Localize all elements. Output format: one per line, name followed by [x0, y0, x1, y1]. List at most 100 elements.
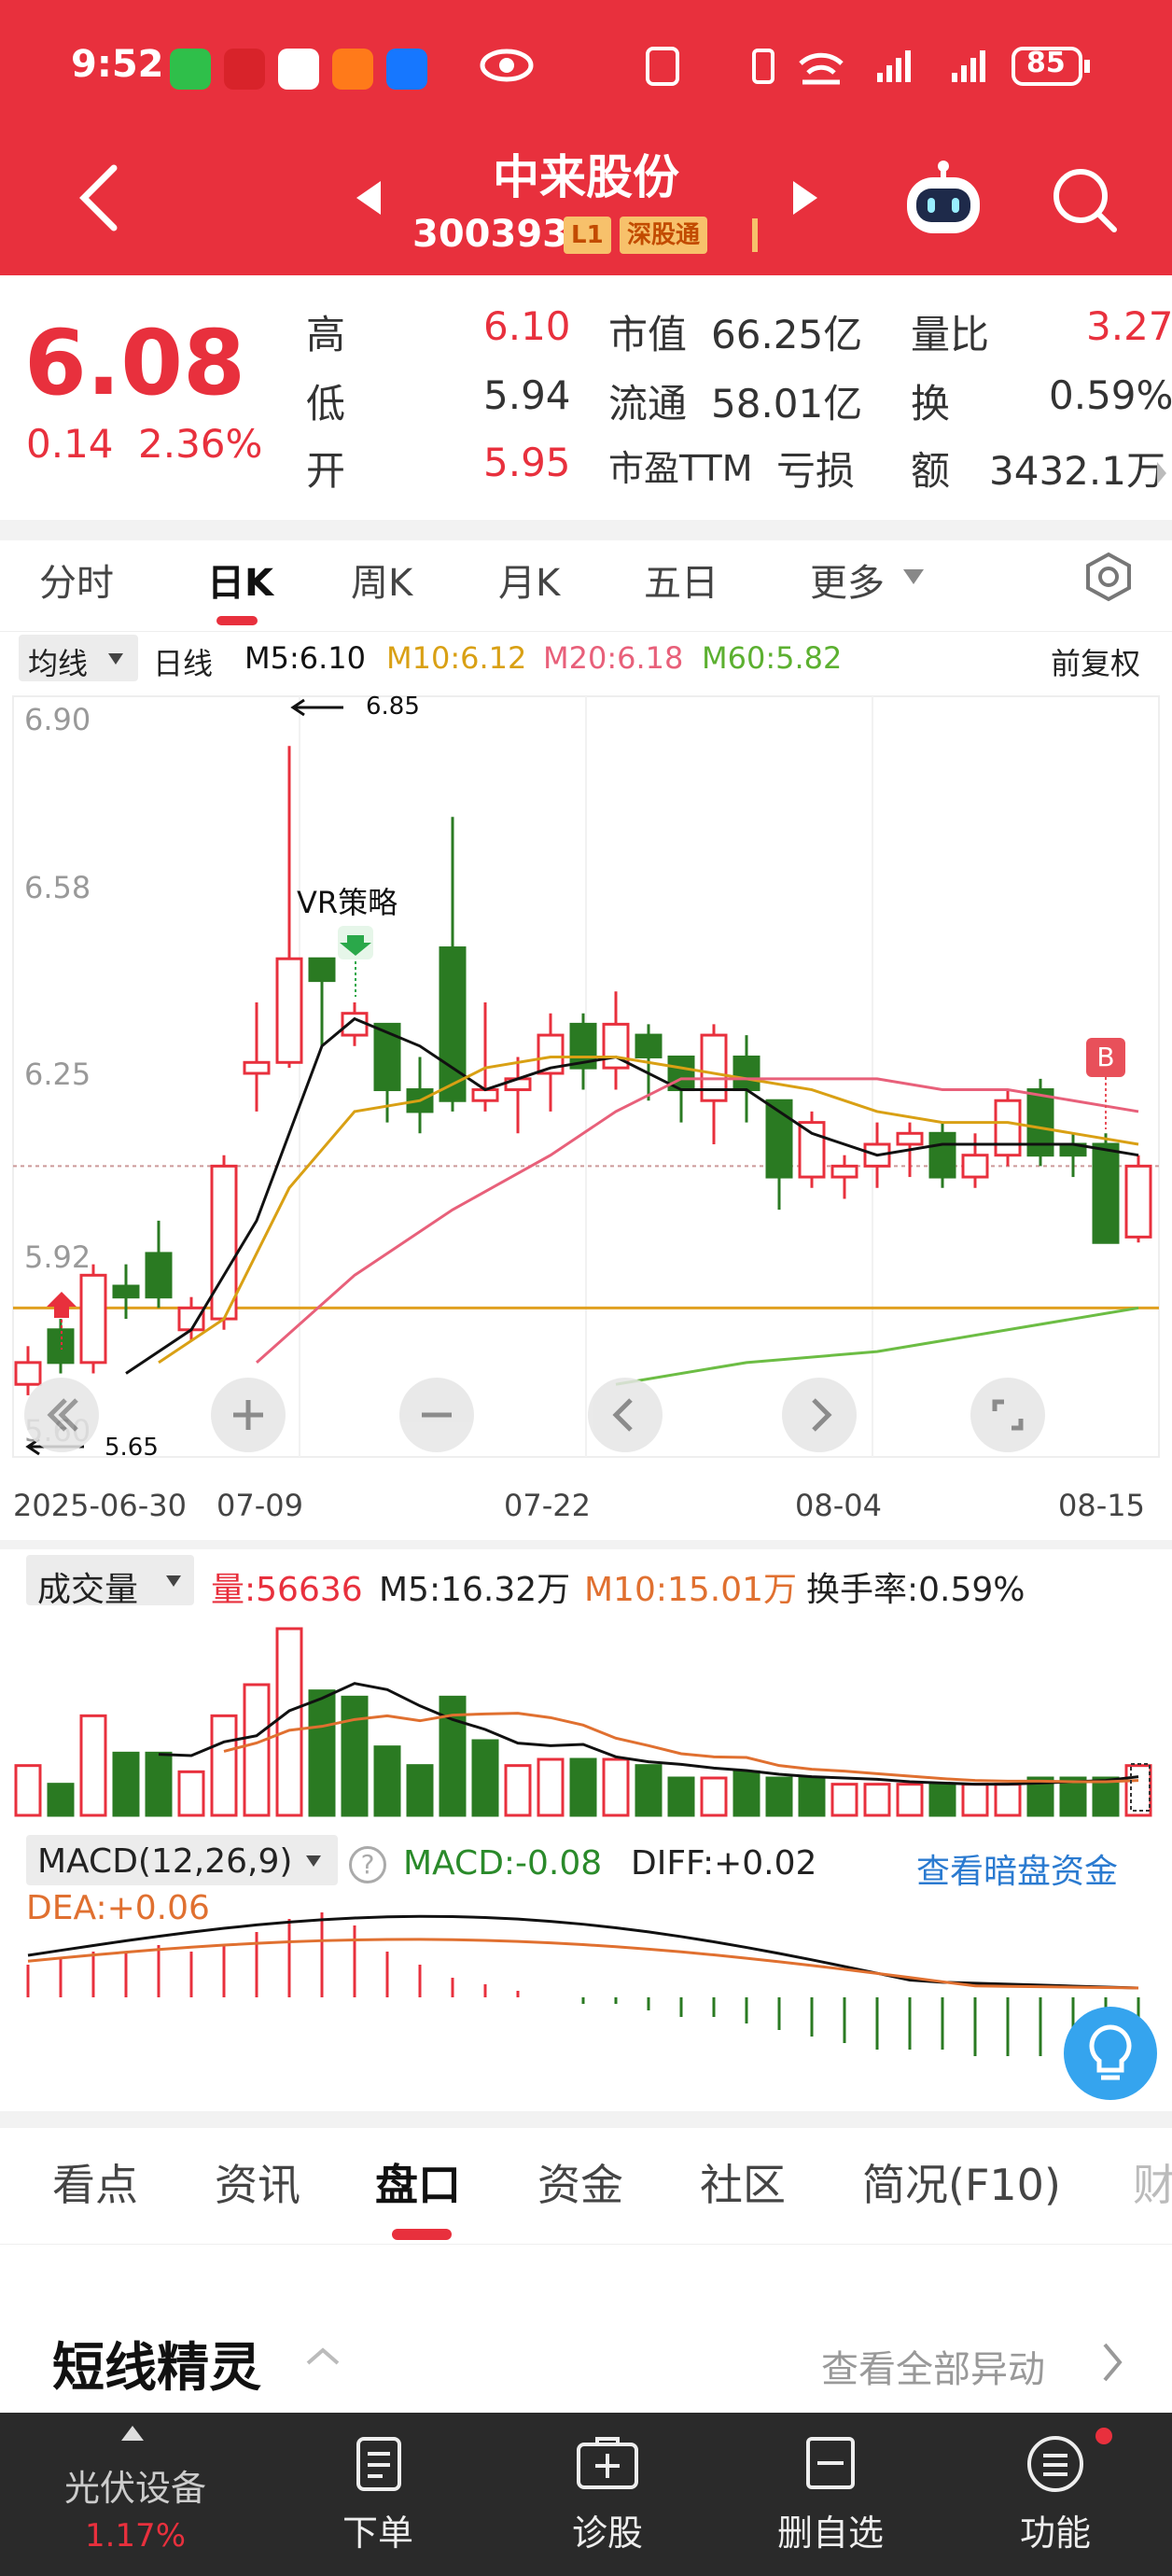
- tab-intraday[interactable]: 分时: [39, 553, 114, 607]
- app-root: 9:52 85 中来股份 300393 L1 深股通 6.08 0.14 2.3…: [0, 0, 1172, 2576]
- amount-label: 额: [911, 448, 951, 494]
- volume-indicator-selector[interactable]: 成交量: [26, 1555, 194, 1609]
- tab-more[interactable]: 更多: [810, 553, 885, 607]
- candle-body: [243, 1060, 271, 1075]
- x-tick-0815: 08-15: [1058, 1488, 1145, 1523]
- low-value: 5.94: [483, 372, 571, 418]
- tab-underline: [0, 2244, 1172, 2245]
- lightbulb-assistant-icon[interactable]: [1064, 2007, 1157, 2100]
- tab-news[interactable]: 资讯: [215, 2151, 300, 2213]
- current-price: 6.08: [24, 311, 245, 415]
- top-header: 9:52 85 中来股份 300393 L1 深股通: [0, 0, 1172, 275]
- tab-monthly-k[interactable]: 月K: [498, 553, 560, 607]
- candle-body: [830, 1164, 858, 1179]
- expand-arrow-icon[interactable]: [1157, 462, 1166, 484]
- scroll-left-fast-button[interactable]: [24, 1378, 99, 1452]
- tab-finance-cut[interactable]: 财: [1133, 2151, 1172, 2213]
- tab-underline: [0, 631, 1172, 632]
- volume-bar: [1059, 1776, 1087, 1817]
- zoom-in-button[interactable]: [211, 1378, 286, 1452]
- vr-strategy-label[interactable]: VR策略: [297, 879, 398, 922]
- chevron-up-icon[interactable]: [304, 2345, 342, 2367]
- ma20-label: M20:6.18: [543, 640, 684, 676]
- volume-m10: M10:15.01万: [584, 1571, 798, 1609]
- level-tag: L1: [564, 217, 611, 254]
- candle-body: [439, 946, 467, 1102]
- volume-bar: [210, 1714, 238, 1817]
- tab-order-book[interactable]: 盘口: [375, 2151, 461, 2213]
- volume-bar: [79, 1714, 107, 1817]
- low-mark-label: 5.65: [105, 1434, 159, 1462]
- candle-body: [112, 1284, 140, 1299]
- volume-ratio-value: 3.27: [1086, 303, 1172, 349]
- diagnose-button[interactable]: 诊股: [547, 2504, 668, 2555]
- low-label: 低: [306, 381, 346, 427]
- candle-body: [47, 1328, 75, 1365]
- function-button[interactable]: 功能: [995, 2504, 1116, 2555]
- volume-bar: [341, 1695, 369, 1817]
- high-mark-label: 6.85: [366, 693, 420, 721]
- tab-community[interactable]: 社区: [700, 2151, 786, 2213]
- ma-line-m60: [615, 1306, 1139, 1386]
- wechat-icon: [170, 49, 211, 90]
- candle-body: [961, 1154, 989, 1179]
- section-separator: [0, 1540, 1172, 1549]
- zoom-out-button[interactable]: [399, 1378, 474, 1452]
- section-separator: [0, 520, 1172, 540]
- volume-bar: [667, 1776, 695, 1817]
- chevron-right-icon[interactable]: [1101, 2341, 1123, 2384]
- macd-title: MACD(12,26,9): [37, 1842, 293, 1881]
- volume-bar: [765, 1776, 793, 1817]
- remove-watchlist-icon[interactable]: [804, 2435, 857, 2491]
- buy-signal-badge[interactable]: B: [1086, 1038, 1125, 1077]
- pe-label: 市盈TTM: [608, 448, 753, 489]
- remove-watchlist-button[interactable]: 删自选: [756, 2504, 905, 2555]
- function-menu-icon[interactable]: [1025, 2433, 1086, 2495]
- tab-five-day[interactable]: 五日: [644, 553, 719, 607]
- candle-body: [635, 1033, 663, 1058]
- price-change-pct: 2.36%: [138, 421, 263, 467]
- candle-body: [471, 1088, 499, 1102]
- float-value: 58.01亿: [711, 381, 863, 427]
- taobao-icon: [332, 49, 373, 90]
- bottom-toolbar: 光伏设备 1.17% 下单 诊股 删自选 功能: [0, 2413, 1172, 2576]
- candle-body: [1124, 1164, 1152, 1239]
- x-tick-0804: 08-04: [795, 1488, 882, 1523]
- scroll-left-button[interactable]: [588, 1378, 663, 1452]
- search-icon[interactable]: [1049, 164, 1120, 235]
- high-label: 高: [306, 312, 346, 357]
- candle-body: [275, 957, 303, 1064]
- macd-chart: [26, 1912, 1140, 2056]
- fullscreen-button[interactable]: [970, 1378, 1045, 1452]
- tab-highlights[interactable]: 看点: [52, 2151, 138, 2213]
- x-tick-0722: 07-22: [504, 1488, 591, 1523]
- tab-daily-k[interactable]: 日K: [207, 553, 273, 607]
- scroll-right-button[interactable]: [782, 1378, 857, 1452]
- view-all-link[interactable]: 查看全部异动: [821, 2339, 1045, 2393]
- section-separator: [0, 2111, 1172, 2128]
- order-icon[interactable]: [353, 2435, 405, 2493]
- volume-bar: [537, 1757, 565, 1817]
- volume-bar: [177, 1770, 205, 1817]
- candlestick-chart[interactable]: [0, 691, 1172, 1465]
- tab-funds[interactable]: 资金: [537, 2151, 623, 2213]
- indicator-selector[interactable]: 均线: [19, 635, 138, 681]
- volume-value: 量:56636: [211, 1571, 363, 1609]
- y-tick-5.92: 5.92: [24, 1239, 91, 1275]
- y-tick-6.90: 6.90: [24, 702, 91, 737]
- volume-bar: [1092, 1776, 1120, 1817]
- tab-f10[interactable]: 简况(F10): [862, 2151, 1061, 2213]
- tab-weekly-k[interactable]: 周K: [351, 553, 412, 607]
- chevron-up-icon: [121, 2426, 144, 2441]
- ma10-label: M10:6.12: [386, 640, 527, 676]
- volume-bar: [373, 1745, 401, 1817]
- diagnose-icon[interactable]: [575, 2435, 640, 2493]
- adjust-mode[interactable]: 前复权: [1051, 640, 1140, 683]
- volume-turnover: 换手率:0.59%: [806, 1571, 1026, 1609]
- order-button[interactable]: 下单: [317, 2504, 439, 2555]
- robot-assistant-icon[interactable]: [901, 159, 985, 239]
- diff-line: [27, 1914, 1139, 1990]
- sector-name[interactable]: 光伏设备: [37, 2459, 233, 2511]
- next-stock-button[interactable]: [791, 179, 819, 217]
- settings-hexagon-icon[interactable]: [1082, 551, 1135, 603]
